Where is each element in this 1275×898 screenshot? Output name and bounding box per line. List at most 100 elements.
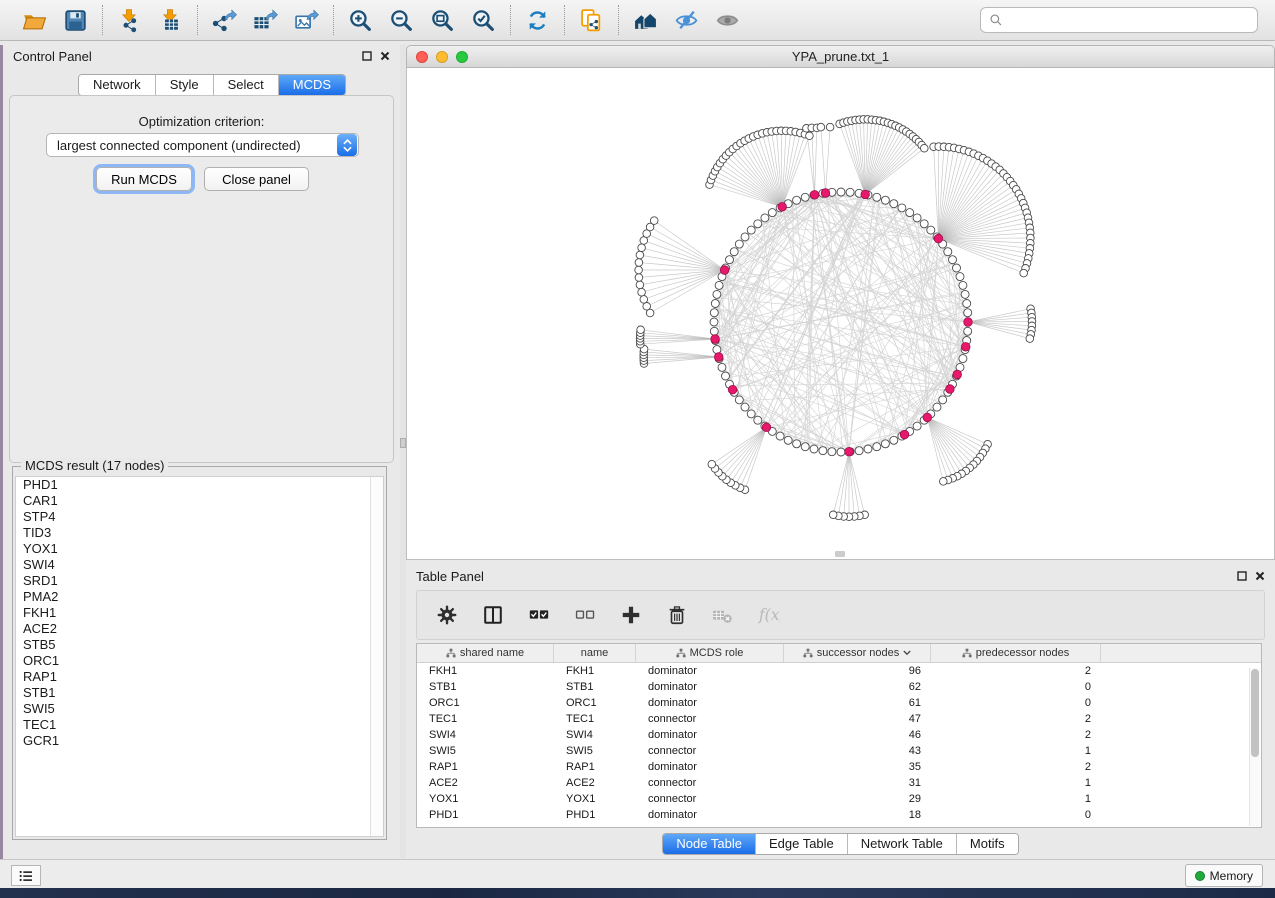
mcds-result-item[interactable]: PHD1: [16, 477, 383, 493]
cell-successor_nodes: 62: [784, 679, 931, 695]
zoom-fit-icon[interactable]: [429, 7, 456, 34]
close-panel-button[interactable]: Close panel: [204, 167, 309, 191]
console-button[interactable]: [11, 865, 41, 886]
mcds-result-item[interactable]: SWI5: [16, 701, 383, 717]
network-graph[interactable]: [407, 68, 1274, 559]
select-stepper-icon: [337, 134, 357, 156]
mcds-result-item[interactable]: TEC1: [16, 717, 383, 733]
mcds-result-item[interactable]: SRD1: [16, 573, 383, 589]
mcds-result-item[interactable]: PMA2: [16, 589, 383, 605]
tab-network-table[interactable]: Network Table: [848, 834, 957, 854]
network-titlebar[interactable]: YPA_prune.txt_1: [406, 45, 1275, 68]
mcds-result-item[interactable]: RAP1: [16, 669, 383, 685]
export-table-icon[interactable]: [252, 7, 279, 34]
memory-button[interactable]: Memory: [1185, 864, 1263, 887]
column-header-successor_nodes[interactable]: successor nodes: [784, 644, 931, 662]
search-input[interactable]: [1009, 13, 1249, 28]
table-row[interactable]: ACE2ACE2connector311: [417, 775, 1261, 791]
mcds-result-item[interactable]: CAR1: [16, 493, 383, 509]
columns-icon[interactable]: [481, 603, 505, 627]
search-box[interactable]: [980, 7, 1258, 33]
clone-network-icon[interactable]: [578, 7, 605, 34]
task-list-icon: [18, 869, 34, 883]
cell-shared_name: SWI4: [417, 727, 554, 743]
network-canvas[interactable]: [406, 68, 1275, 560]
save-icon[interactable]: [62, 7, 89, 34]
node-table[interactable]: shared namenameMCDS rolesuccessor nodesp…: [416, 643, 1262, 828]
network-overview-icon[interactable]: [632, 7, 659, 34]
tab-style[interactable]: Style: [156, 75, 214, 95]
tab-node-table[interactable]: Node Table: [663, 834, 756, 854]
zoom-out-icon[interactable]: [388, 7, 415, 34]
table-row[interactable]: TEC1TEC1connector472: [417, 711, 1261, 727]
float-panel-icon[interactable]: [362, 51, 372, 61]
import-network-icon[interactable]: [116, 7, 143, 34]
import-table-icon[interactable]: [157, 7, 184, 34]
open-folder-icon[interactable]: [21, 7, 48, 34]
cell-shared_name: YOX1: [417, 791, 554, 807]
mcds-result-item[interactable]: FKH1: [16, 605, 383, 621]
close-table-panel-icon[interactable]: [1255, 571, 1265, 581]
column-type-icon: [446, 648, 456, 658]
mcds-result-list[interactable]: PHD1CAR1STP4TID3YOX1SWI4SRD1PMA2FKH1ACE2…: [15, 476, 384, 837]
refresh-icon[interactable]: [524, 7, 551, 34]
table-tabs: Node TableEdge TableNetwork TableMotifs: [662, 833, 1018, 855]
cell-name: FKH1: [554, 663, 636, 679]
table-scrollbar[interactable]: [1249, 668, 1260, 826]
delete-icon[interactable]: [665, 603, 689, 627]
run-mcds-button[interactable]: Run MCDS: [96, 167, 192, 191]
cell-successor_nodes: 46: [784, 727, 931, 743]
gear-icon[interactable]: [435, 603, 459, 627]
mcds-result-item[interactable]: STB5: [16, 637, 383, 653]
tab-mcds[interactable]: MCDS: [279, 75, 345, 95]
table-scrollbar-thumb[interactable]: [1251, 669, 1259, 757]
table-row[interactable]: SWI5SWI5connector431: [417, 743, 1261, 759]
cell-name: SWI5: [554, 743, 636, 759]
table-row[interactable]: YOX1YOX1connector291: [417, 791, 1261, 807]
export-image-icon[interactable]: [293, 7, 320, 34]
mcds-result-item[interactable]: ORC1: [16, 653, 383, 669]
mcds-result-item[interactable]: YOX1: [16, 541, 383, 557]
export-network-icon[interactable]: [211, 7, 238, 34]
mcds-result-item[interactable]: GCR1: [16, 733, 383, 749]
mcds-result-item[interactable]: STB1: [16, 685, 383, 701]
table-row[interactable]: ORC1ORC1dominator610: [417, 695, 1261, 711]
mcds-result-item[interactable]: ACE2: [16, 621, 383, 637]
cell-predecessor_nodes: 2: [931, 663, 1101, 679]
tab-motifs[interactable]: Motifs: [957, 834, 1018, 854]
tab-edge-table[interactable]: Edge Table: [756, 834, 848, 854]
deselect-all-icon[interactable]: [573, 603, 597, 627]
select-all-icon[interactable]: [527, 603, 551, 627]
mcds-result-item[interactable]: SWI4: [16, 557, 383, 573]
function-builder-icon: f(x): [757, 603, 781, 627]
column-header-shared_name[interactable]: shared name: [417, 644, 554, 662]
mcds-result-item[interactable]: TID3: [16, 525, 383, 541]
tab-select[interactable]: Select: [214, 75, 279, 95]
hide-graphics-icon[interactable]: [673, 7, 700, 34]
table-row[interactable]: FKH1FKH1dominator962: [417, 663, 1261, 679]
mcds-list-scrollbar[interactable]: [370, 477, 383, 836]
float-table-panel-icon[interactable]: [1237, 571, 1247, 581]
add-icon[interactable]: [619, 603, 643, 627]
optimization-criterion-select[interactable]: largest connected component (undirected): [46, 133, 359, 157]
mcds-result-item[interactable]: STP4: [16, 509, 383, 525]
table-row[interactable]: PHD1PHD1dominator180: [417, 807, 1261, 823]
table-row[interactable]: SWI4SWI4dominator462: [417, 727, 1261, 743]
zoom-in-icon[interactable]: [347, 7, 374, 34]
optimization-criterion-value: largest connected component (undirected): [47, 138, 337, 153]
main-toolbar: [0, 0, 1275, 41]
table-row[interactable]: RAP1RAP1dominator352: [417, 759, 1261, 775]
column-header-predecessor_nodes[interactable]: predecessor nodes: [931, 644, 1101, 662]
zoom-selected-icon[interactable]: [470, 7, 497, 34]
table-row[interactable]: STB1STB1dominator620: [417, 679, 1261, 695]
tab-network[interactable]: Network: [79, 75, 156, 95]
column-header-name[interactable]: name: [554, 644, 636, 662]
close-panel-icon[interactable]: [380, 51, 390, 61]
canvas-grip[interactable]: [835, 551, 845, 557]
delete-table-icon: [711, 603, 735, 627]
column-type-icon: [676, 648, 686, 658]
cell-mcds_role: connector: [636, 775, 784, 791]
column-header-mcds_role[interactable]: MCDS role: [636, 644, 784, 662]
control-panel-tabs: NetworkStyleSelectMCDS: [78, 74, 346, 96]
table-panel: Table Panel f(x) shared namenameMCDS rol…: [406, 565, 1275, 858]
